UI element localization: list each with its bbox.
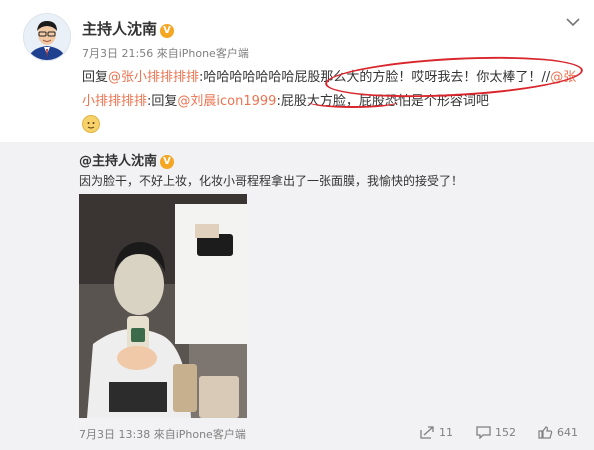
red-circle-annotation-tail (308, 96, 398, 108)
avatar[interactable] (23, 13, 71, 61)
comment-count: 152 (495, 426, 516, 439)
avatar-portrait-image (24, 14, 70, 60)
like-button[interactable]: 641 (538, 426, 578, 439)
post-meta: 7月3日 21:56 來自iPhone客户端 (82, 47, 249, 60)
original-author[interactable]: @主持人沈南 V (79, 150, 175, 169)
doge-emoji-icon (82, 115, 100, 133)
reply-post: 主持人沈南 V 7月3日 21:56 來自iPhone客户端 回复@张小排排排排:… (0, 0, 594, 142)
post-photo[interactable] (79, 194, 247, 418)
user-name-text[interactable]: 主持人沈南 (82, 20, 157, 38)
original-post-card: @主持人沈南 V 因为脸干，不好上妆，化妆小哥程程拿出了一张面膜，我愉快的接受了！… (0, 142, 594, 450)
action-bar: 11 152 641 (0, 426, 594, 442)
repost-count: 11 (439, 426, 453, 439)
reply-part-2: :回复 (147, 94, 178, 109)
like-count: 641 (557, 426, 578, 439)
original-text: 因为脸干，不好上妆，化妆小哥程程拿出了一张面膜，我愉快的接受了！ (79, 174, 464, 188)
verified-badge-icon: V (160, 24, 175, 38)
comment-icon (476, 426, 491, 439)
original-author-text[interactable]: @主持人沈南 (79, 154, 157, 169)
mirror-selfie-image (79, 194, 247, 418)
repost-button[interactable]: 11 (420, 426, 453, 439)
chevron-down-icon[interactable] (566, 17, 580, 27)
verified-badge-icon: V (160, 155, 175, 169)
comment-button[interactable]: 152 (476, 426, 516, 439)
reply-part-1: :哈哈哈哈哈哈哈 (199, 70, 295, 85)
mention-link[interactable]: @张小排排排排 (108, 70, 199, 85)
mention-link[interactable]: @刘晨icon1999 (177, 94, 276, 109)
thumbs-up-icon (538, 426, 553, 439)
repost-icon (420, 426, 434, 439)
user-name[interactable]: 主持人沈南 V (82, 18, 175, 39)
reply-prefix: 回复 (82, 70, 109, 85)
